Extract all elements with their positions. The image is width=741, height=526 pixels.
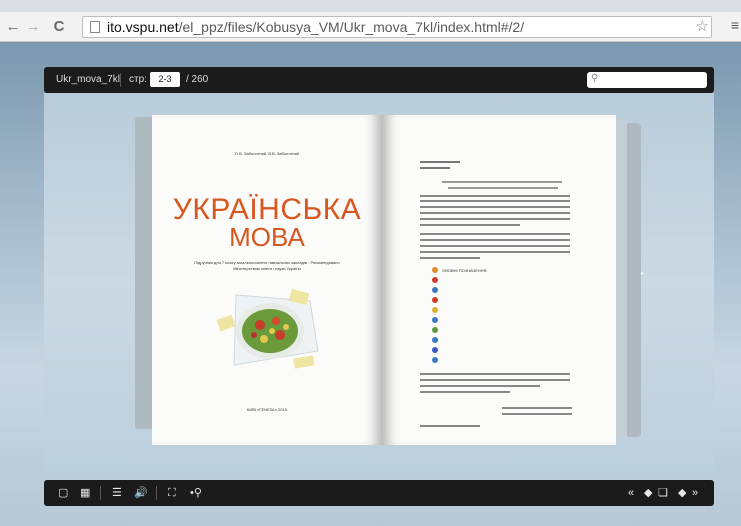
- legend-icon: [432, 297, 438, 303]
- text-line: [420, 425, 480, 427]
- legend-icon: [432, 267, 438, 273]
- legend-icon: [432, 327, 438, 333]
- legend-icon: [432, 337, 438, 343]
- page-number-input[interactable]: 2-3: [150, 72, 180, 87]
- text-line: [502, 413, 572, 415]
- tab-strip: [0, 0, 741, 12]
- browser-menu-icon[interactable]: ≡: [731, 17, 739, 33]
- left-page[interactable]: О.В. Заболотний, В.В. Заболотний УКРАЇНС…: [152, 115, 382, 445]
- text-line: [420, 245, 570, 247]
- browser-bar: ← → C ito.vspu.net/el_ppz/files/Kobusya_…: [0, 0, 741, 42]
- page-icon: [90, 21, 100, 33]
- text-line: [420, 257, 480, 259]
- legend-icon: [432, 317, 438, 323]
- search-input[interactable]: ⚲: [587, 72, 707, 88]
- legend-icon: [432, 287, 438, 293]
- top-toolbar: Ukr_mova_7kl стр: 2-3 / 260 ⚲: [44, 67, 714, 93]
- book-authors: О.В. Заболотний, В.В. Заболотний: [234, 151, 300, 156]
- reload-button[interactable]: C: [50, 18, 68, 36]
- text-line: [420, 195, 570, 197]
- text-line: [420, 218, 570, 220]
- book-title: Ukr_mova_7kl: [56, 74, 120, 85]
- right-page[interactable]: УМОВНІ ПОЗНАЧЕННЯ:: [382, 115, 616, 445]
- sound-icon[interactable]: 🔊: [134, 486, 148, 500]
- book-subtitle: Підручник для 7 класу загальноосвітніх н…: [194, 260, 340, 271]
- url-host: ito.vspu.net: [107, 19, 179, 35]
- text-line: [420, 385, 540, 387]
- text-line: [420, 206, 570, 208]
- divider: [100, 486, 101, 500]
- text-line: [502, 407, 572, 409]
- legend-icon: [432, 347, 438, 353]
- text-line: [420, 251, 570, 253]
- zoom-icon[interactable]: •⚲: [190, 486, 202, 500]
- single-page-icon[interactable]: ▢: [58, 486, 68, 500]
- nav-row: ← → C ito.vspu.net/el_ppz/files/Kobusya_…: [0, 14, 741, 40]
- page-label: стр:: [129, 74, 147, 85]
- bookmark-star-icon[interactable]: ☆: [696, 17, 709, 37]
- text-line: [420, 224, 520, 226]
- page-total: / 260: [186, 74, 209, 85]
- book-viewer: ◀ ▶ О.В. Заболотний, В.В. Заболотний УКР…: [44, 93, 714, 471]
- forward-button[interactable]: →: [24, 18, 42, 36]
- text-line: [420, 167, 450, 169]
- text-line: [448, 187, 558, 189]
- url-path: /el_ppz/files/Kobusya_VM/Ukr_mova_7kl/in…: [178, 19, 525, 35]
- text-line: [420, 391, 510, 393]
- text-line: [420, 373, 570, 375]
- text-line: [420, 212, 570, 214]
- text-line: [420, 239, 570, 241]
- text-line: [420, 200, 570, 202]
- last-page-icon[interactable]: »: [692, 486, 698, 500]
- search-icon: ⚲: [591, 73, 599, 84]
- legend-icon: [432, 307, 438, 313]
- divider: [156, 486, 157, 500]
- text-line: [442, 181, 562, 183]
- first-page-icon[interactable]: «: [628, 486, 634, 500]
- back-button[interactable]: ←: [4, 18, 22, 36]
- bottom-toolbar: ▢ ▦ ☰ 🔊 ⛶ •⚲ « ◆ ❏ ◆ »: [44, 480, 714, 506]
- table-of-contents-icon[interactable]: ☰: [112, 486, 122, 500]
- legend-icon: [432, 357, 438, 363]
- book-title-line2: МОВА: [229, 222, 305, 252]
- text-line: [420, 161, 460, 163]
- next-page-icon[interactable]: ◆: [678, 486, 686, 500]
- book-publisher: КИЇВ «ГЕНЕЗА» 2015: [247, 407, 287, 412]
- divider: [120, 73, 121, 87]
- thumbnails-icon[interactable]: ▦: [80, 486, 90, 500]
- legend-icon: [432, 277, 438, 283]
- text-line: [420, 379, 570, 381]
- pages-icon[interactable]: ❏: [658, 486, 668, 500]
- text-line: [420, 233, 570, 235]
- fullscreen-icon[interactable]: ⛶: [168, 486, 176, 500]
- previous-page-icon[interactable]: ◆: [644, 486, 652, 500]
- salad-illustration: [216, 288, 319, 369]
- address-bar[interactable]: ito.vspu.net/el_ppz/files/Kobusya_VM/Ukr…: [82, 16, 712, 38]
